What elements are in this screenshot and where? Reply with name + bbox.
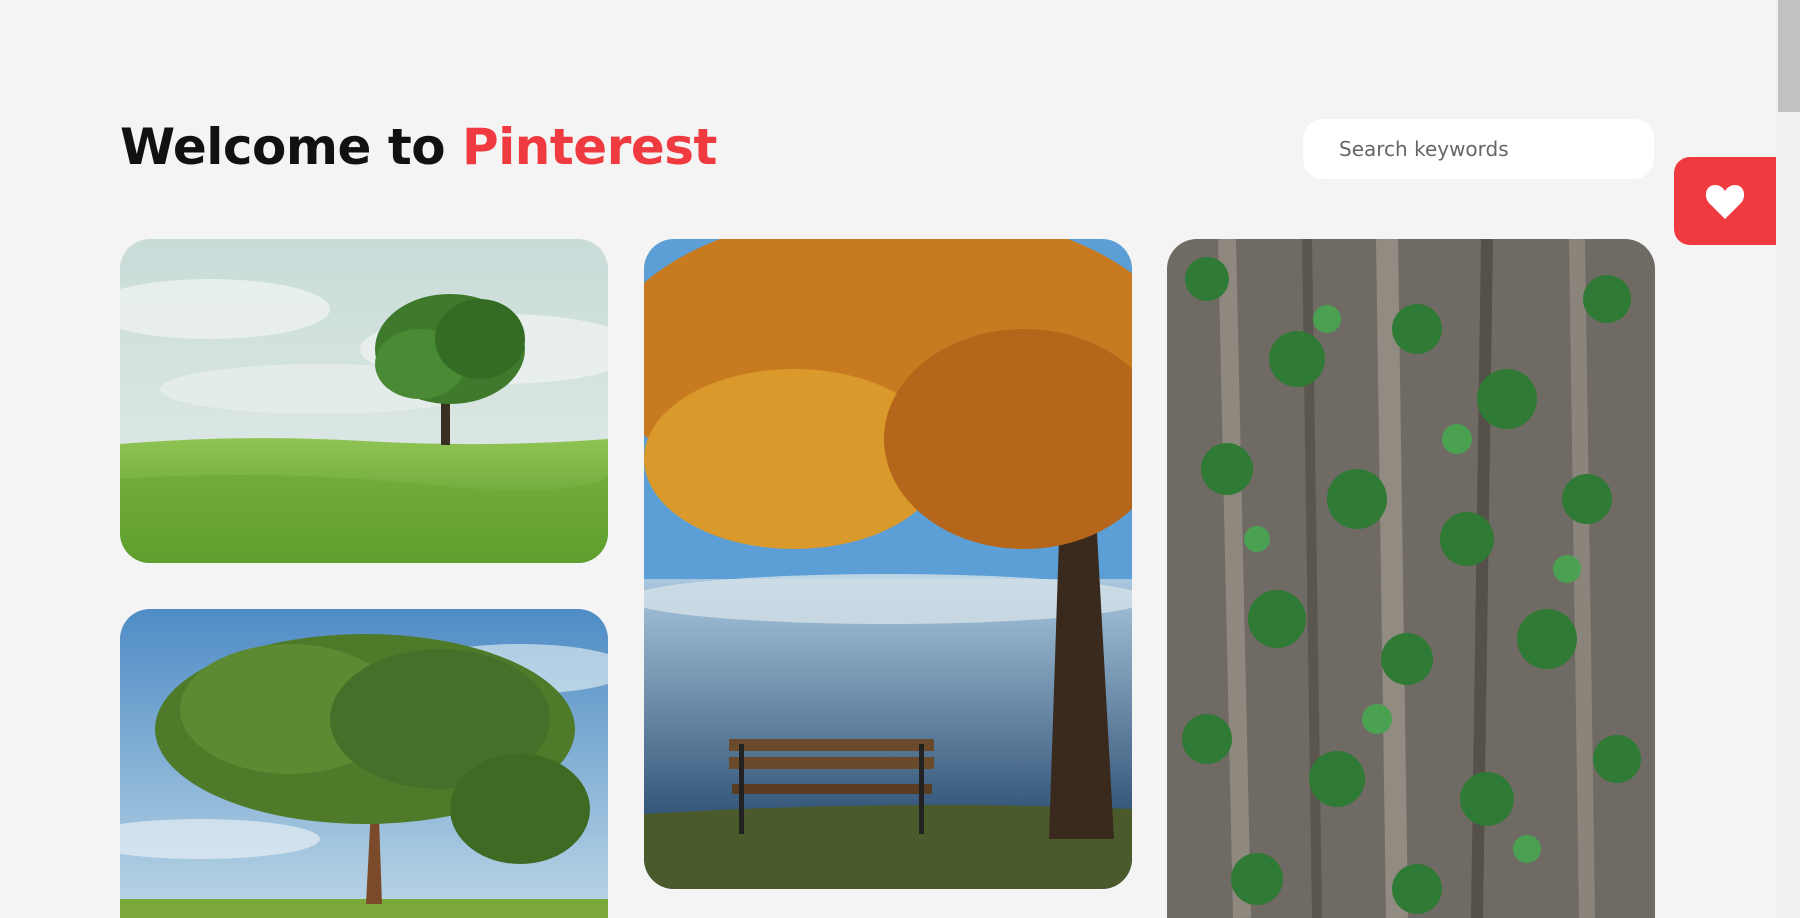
ivy-bark-image [1167,239,1655,918]
autumn-lake-image [644,239,1132,889]
scrollbar-track[interactable] [1776,0,1800,918]
page-title: Welcome to Pinterest [120,118,717,176]
scrollbar-thumb[interactable] [1778,0,1800,112]
gallery-image-2[interactable] [120,609,608,918]
search-input[interactable] [1303,119,1654,179]
big-tree-image [120,609,608,918]
gallery-image-1[interactable] [120,239,608,563]
gallery-image-4[interactable] [1167,239,1655,918]
favorites-button[interactable] [1674,157,1776,245]
title-brand: Pinterest [462,118,717,176]
tree-field-image [120,239,608,563]
title-prefix: Welcome to [120,118,446,176]
gallery-image-3[interactable] [644,239,1132,889]
heart-icon [1705,184,1745,219]
